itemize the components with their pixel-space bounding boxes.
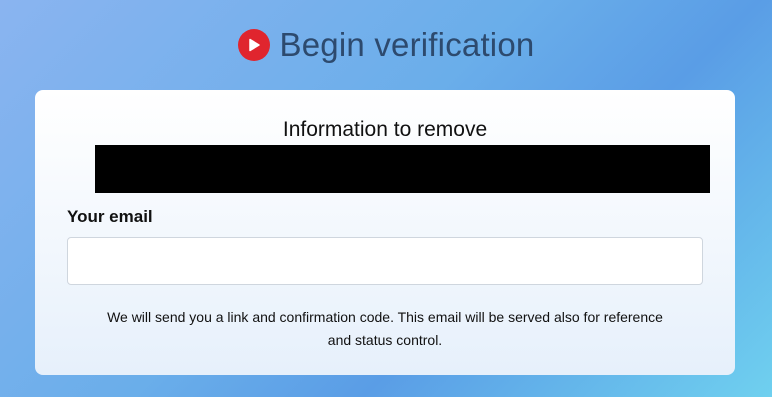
page-header: Begin verification [0,26,772,64]
verification-card: Information to remove Your email We will… [35,90,735,375]
information-to-remove-title: Information to remove [282,118,488,141]
email-info-note: We will send you a link and confirmation… [107,309,663,348]
play-circle-icon [237,29,270,61]
email-input[interactable] [67,237,703,285]
email-label: Your email [67,207,153,226]
page-title: Begin verification [279,26,535,63]
redacted-information-block [95,145,710,193]
